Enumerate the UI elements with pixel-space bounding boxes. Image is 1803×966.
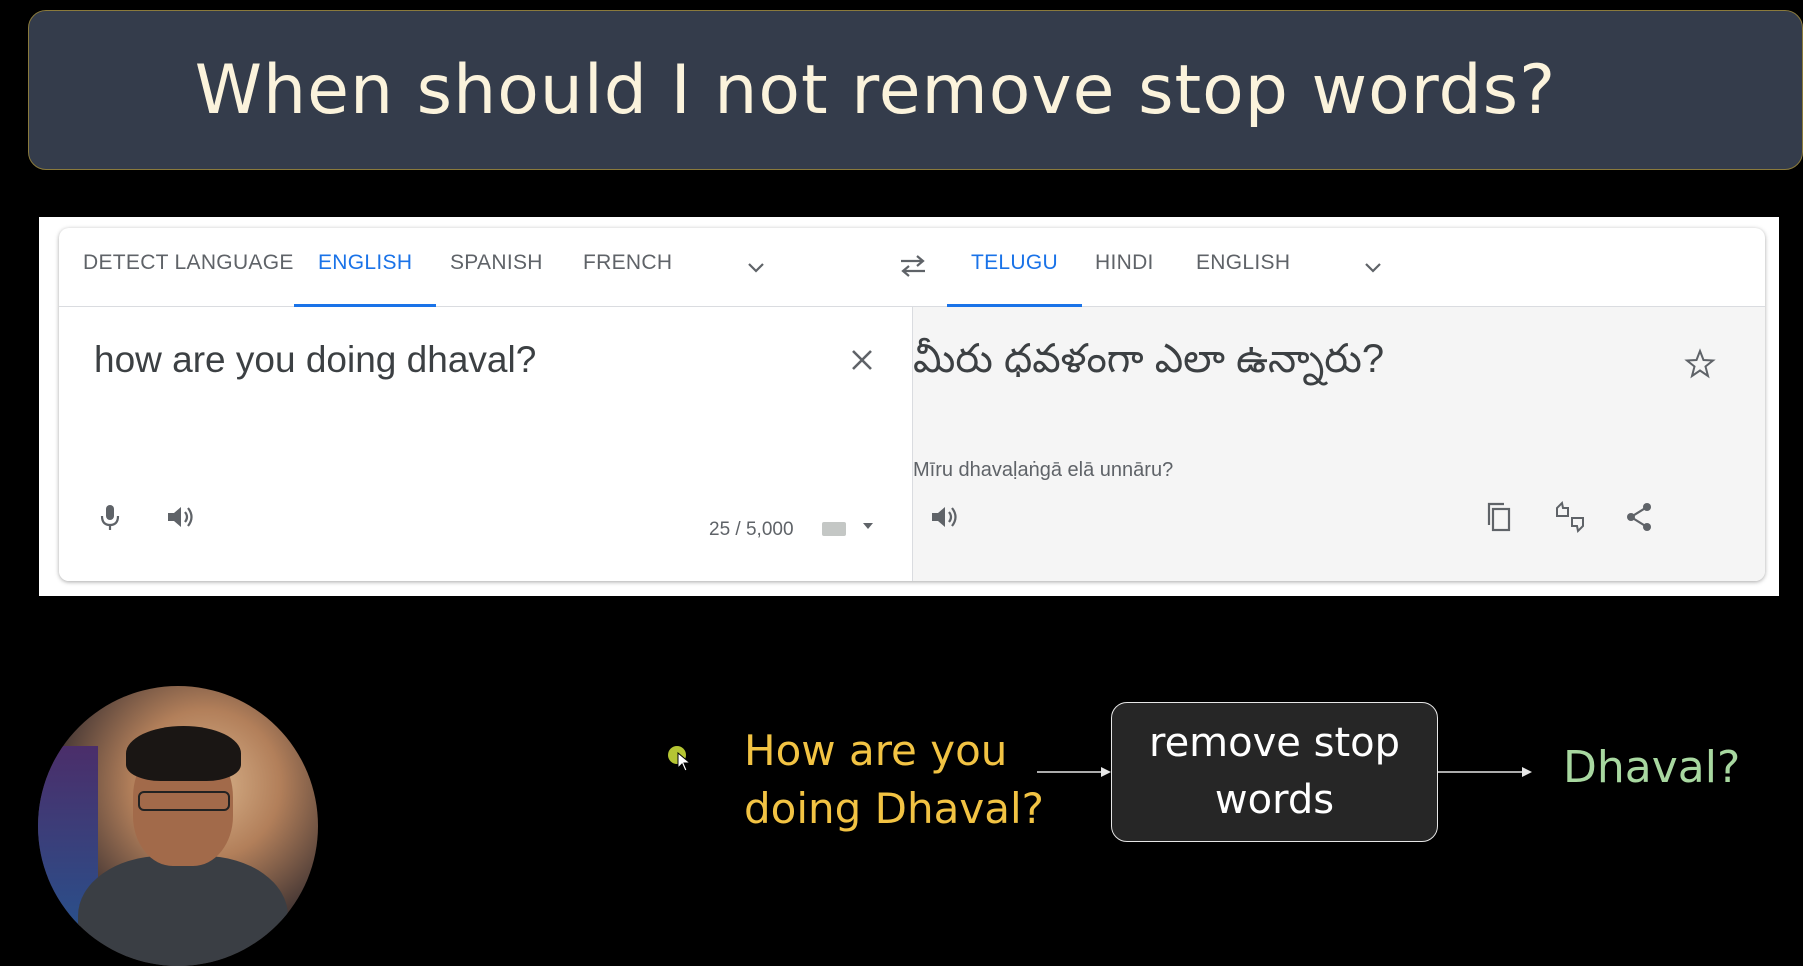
presenter-webcam: [38, 686, 318, 966]
flow-input-sentence: How are you doing Dhaval?: [744, 726, 1044, 833]
mouse-pointer-icon: [677, 752, 691, 772]
swap-languages-icon[interactable]: [897, 253, 929, 279]
chevron-down-icon[interactable]: [1361, 256, 1385, 280]
star-icon[interactable]: [1683, 347, 1717, 381]
chevron-down-icon[interactable]: [861, 521, 875, 531]
copy-icon[interactable]: [1482, 500, 1516, 534]
tab-source-spanish[interactable]: SPANISH: [450, 228, 543, 306]
feedback-icon[interactable]: [1553, 500, 1587, 534]
translator-card: DETECT LANGUAGE ENGLISH SPANISH FRENCH T…: [59, 228, 1765, 581]
close-icon[interactable]: [847, 345, 877, 375]
tab-target-english[interactable]: ENGLISH: [1196, 228, 1290, 306]
speaker-icon[interactable]: [927, 500, 961, 534]
slide-title: When should I not remove stop words?: [194, 50, 1557, 130]
title-banner: When should I not remove stop words?: [28, 10, 1803, 170]
flow-output-text: Dhaval?: [1563, 742, 1741, 793]
share-icon[interactable]: [1622, 500, 1656, 534]
chevron-down-icon[interactable]: [744, 256, 768, 280]
tab-source-english[interactable]: ENGLISH: [293, 228, 437, 307]
character-count: 25 / 5,000: [709, 519, 794, 540]
microphone-icon[interactable]: [93, 500, 127, 534]
tab-target-telugu[interactable]: TELUGU: [947, 228, 1082, 307]
tab-detect-language[interactable]: DETECT LANGUAGE: [83, 228, 294, 306]
language-bar: DETECT LANGUAGE ENGLISH SPANISH FRENCH T…: [59, 228, 1765, 307]
keyboard-icon[interactable]: [821, 519, 847, 539]
source-pane[interactable]: how are you doing dhaval? 25 / 5,000: [59, 307, 911, 581]
tab-source-french[interactable]: FRENCH: [583, 228, 672, 306]
translated-text: మీరు ధవళంగా ఎలా ఉన్నారు?: [913, 337, 1385, 381]
tab-target-hindi[interactable]: HINDI: [1095, 228, 1154, 306]
arrow-right-icon: [1037, 767, 1111, 777]
remove-stop-words-box: remove stop words: [1111, 702, 1438, 842]
target-pane: మీరు ధవళంగా ఎలా ఉన్నారు? Mīru dhavaḷaṅgā…: [912, 307, 1765, 581]
speaker-icon[interactable]: [163, 500, 197, 534]
arrow-right-icon: [1438, 767, 1532, 777]
source-text-input[interactable]: how are you doing dhaval?: [94, 339, 536, 381]
transliteration: Mīru dhavaḷaṅgā elā unnāru?: [913, 459, 1174, 481]
